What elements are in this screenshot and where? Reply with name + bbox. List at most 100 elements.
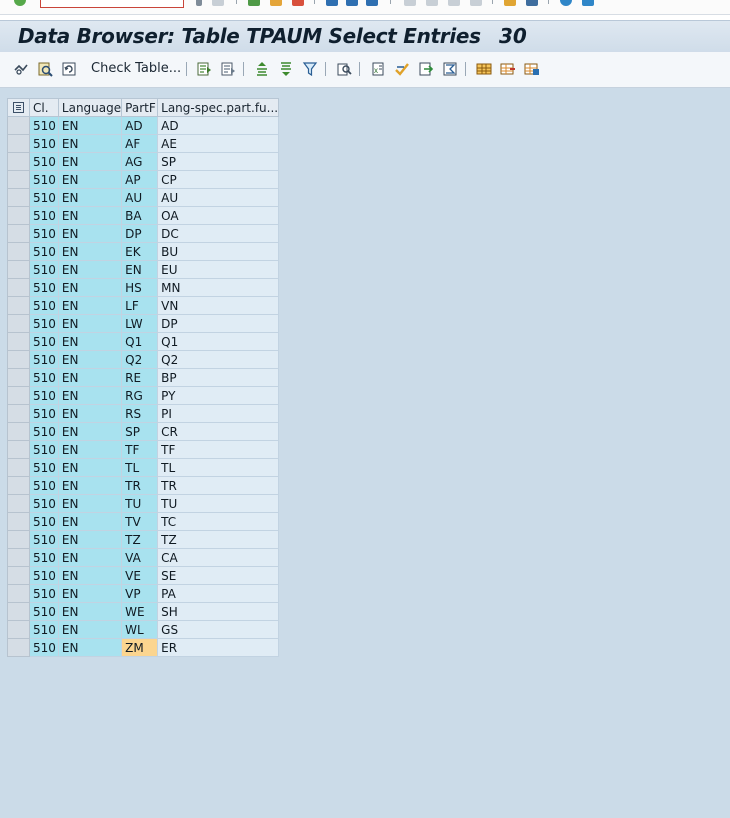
- sort-descending-icon[interactable]: [277, 60, 295, 78]
- abc-analysis-icon[interactable]: [441, 60, 459, 78]
- cell-client[interactable]: 510: [29, 548, 59, 567]
- cell-client[interactable]: 510: [29, 332, 59, 351]
- row-selector[interactable]: [7, 332, 30, 351]
- cell-partf[interactable]: Q2: [121, 350, 159, 369]
- cell-lang-spec[interactable]: BU: [157, 242, 280, 261]
- change-layout-icon[interactable]: [499, 60, 517, 78]
- cell-lang-spec[interactable]: TC: [157, 512, 280, 531]
- table-row[interactable]: 510 EN TZ TZ: [7, 530, 280, 549]
- row-selector[interactable]: [7, 494, 30, 513]
- cell-language[interactable]: EN: [57, 548, 123, 567]
- cell-language[interactable]: EN: [57, 206, 123, 225]
- choose-icon[interactable]: [195, 60, 213, 78]
- cell-language[interactable]: EN: [57, 116, 123, 135]
- cell-partf[interactable]: WL: [121, 620, 159, 639]
- table-row[interactable]: 510 EN SP CR: [7, 422, 280, 441]
- cell-client[interactable]: 510: [29, 638, 59, 657]
- cell-lang-spec[interactable]: MN: [157, 278, 280, 297]
- cell-client[interactable]: 510: [29, 242, 59, 261]
- table-row[interactable]: 510 EN AF AE: [7, 134, 280, 153]
- table-row[interactable]: 510 EN TU TU: [7, 494, 280, 513]
- cell-partf[interactable]: TV: [121, 512, 159, 531]
- cell-partf[interactable]: RG: [121, 386, 159, 405]
- last-page-icon[interactable]: [470, 0, 482, 6]
- cell-partf[interactable]: VE: [121, 566, 159, 585]
- cell-language[interactable]: EN: [57, 278, 123, 297]
- row-selector[interactable]: [7, 188, 30, 207]
- row-selector[interactable]: [7, 314, 30, 333]
- exit-icon[interactable]: [270, 0, 282, 6]
- column-header-lang-spec[interactable]: Lang-spec.part.fu...: [157, 98, 280, 117]
- cell-lang-spec[interactable]: SE: [157, 566, 280, 585]
- cell-client[interactable]: 510: [29, 260, 59, 279]
- row-selector[interactable]: [7, 602, 30, 621]
- cell-client[interactable]: 510: [29, 314, 59, 333]
- cell-partf[interactable]: AF: [121, 134, 159, 153]
- cell-lang-spec[interactable]: OA: [157, 206, 280, 225]
- cell-lang-spec[interactable]: TL: [157, 458, 280, 477]
- sort-ascending-icon[interactable]: [253, 60, 271, 78]
- cell-language[interactable]: EN: [57, 530, 123, 549]
- sum-icon[interactable]: [393, 60, 411, 78]
- cell-client[interactable]: 510: [29, 368, 59, 387]
- cell-partf[interactable]: RS: [121, 404, 159, 423]
- row-selector[interactable]: [7, 296, 30, 315]
- expand-icon[interactable]: [196, 0, 202, 6]
- cell-lang-spec[interactable]: PA: [157, 584, 280, 603]
- cell-lang-spec[interactable]: ER: [157, 638, 280, 657]
- table-row[interactable]: 510 EN TL TL: [7, 458, 280, 477]
- table-row[interactable]: 510 EN TV TC: [7, 512, 280, 531]
- row-selector[interactable]: [7, 134, 30, 153]
- cell-partf[interactable]: EN: [121, 260, 159, 279]
- row-selector[interactable]: [7, 224, 30, 243]
- previous-page-icon[interactable]: [426, 0, 438, 6]
- row-selector[interactable]: [7, 206, 30, 225]
- cell-client[interactable]: 510: [29, 134, 59, 153]
- table-row[interactable]: 510 EN ZM ER: [7, 638, 280, 657]
- table-row[interactable]: 510 EN AD AD: [7, 116, 280, 135]
- row-selector[interactable]: [7, 530, 30, 549]
- row-selector[interactable]: [7, 350, 30, 369]
- row-selector[interactable]: [7, 152, 30, 171]
- details-icon[interactable]: [36, 60, 54, 78]
- table-row[interactable]: 510 EN BA OA: [7, 206, 280, 225]
- cell-client[interactable]: 510: [29, 512, 59, 531]
- table-row[interactable]: 510 EN Q1 Q1: [7, 332, 280, 351]
- cell-partf[interactable]: VP: [121, 584, 159, 603]
- cell-lang-spec[interactable]: EU: [157, 260, 280, 279]
- table-row[interactable]: 510 EN TF TF: [7, 440, 280, 459]
- cell-partf[interactable]: TU: [121, 494, 159, 513]
- find-next-icon[interactable]: [366, 0, 378, 6]
- row-selector[interactable]: [7, 278, 30, 297]
- save-layout-icon[interactable]: [523, 60, 541, 78]
- cell-lang-spec[interactable]: TF: [157, 440, 280, 459]
- table-row[interactable]: 510 EN VA CA: [7, 548, 280, 567]
- cell-lang-spec[interactable]: CR: [157, 422, 280, 441]
- table-row[interactable]: 510 EN VE SE: [7, 566, 280, 585]
- table-row[interactable]: 510 EN HS MN: [7, 278, 280, 297]
- cell-language[interactable]: EN: [57, 188, 123, 207]
- row-selector[interactable]: [7, 476, 30, 495]
- enter-icon[interactable]: [14, 0, 26, 6]
- cell-lang-spec[interactable]: AE: [157, 134, 280, 153]
- cell-lang-spec[interactable]: PI: [157, 404, 280, 423]
- table-row[interactable]: 510 EN DP DC: [7, 224, 280, 243]
- cell-language[interactable]: EN: [57, 242, 123, 261]
- filter-icon[interactable]: [301, 60, 319, 78]
- cell-lang-spec[interactable]: PY: [157, 386, 280, 405]
- select-all-button[interactable]: [7, 98, 30, 117]
- layout-icon[interactable]: [475, 60, 493, 78]
- cell-language[interactable]: EN: [57, 134, 123, 153]
- row-selector[interactable]: [7, 422, 30, 441]
- new-session-icon[interactable]: [504, 0, 516, 6]
- row-selector[interactable]: [7, 170, 30, 189]
- display-icon[interactable]: [12, 60, 30, 78]
- cell-client[interactable]: 510: [29, 476, 59, 495]
- cell-language[interactable]: EN: [57, 296, 123, 315]
- back-icon[interactable]: [248, 0, 260, 6]
- cell-lang-spec[interactable]: SH: [157, 602, 280, 621]
- cell-language[interactable]: EN: [57, 152, 123, 171]
- cell-client[interactable]: 510: [29, 584, 59, 603]
- download-icon[interactable]: [417, 60, 435, 78]
- cell-language[interactable]: EN: [57, 458, 123, 477]
